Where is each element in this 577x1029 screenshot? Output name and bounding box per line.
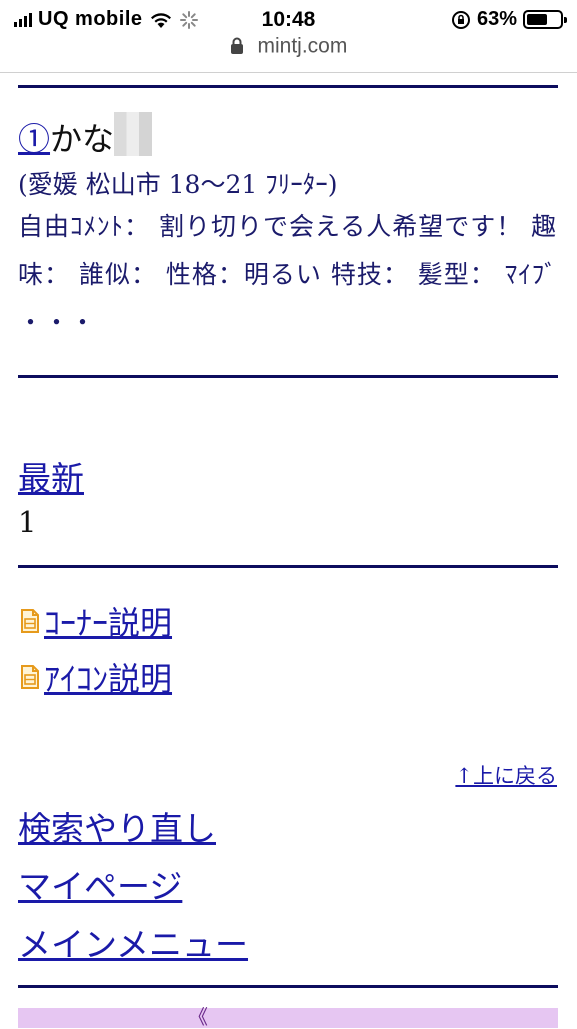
back-to-top-link[interactable]: ↑上に戻る [455,760,557,790]
footer-banner: 《 [18,1005,558,1029]
profile-entry: ①かな (愛媛 松山市 18〜21 ﾌﾘｰﾀｰ) 自由ｺﾒﾝﾄ： 割り切りで会え… [18,112,558,347]
orientation-lock-icon [451,10,470,29]
lock-icon [230,37,243,55]
profile-name-line: ①かな [18,112,558,163]
icon-explanation-link[interactable]: ｱｲｺﾝ説明 [44,654,172,700]
main-menu-link[interactable]: メインメニュー [18,918,248,966]
battery-percent: 63% [476,8,517,30]
profile-location: (愛媛 松山市 18〜21 ﾌﾘｰﾀｰ) [18,170,338,199]
profile-comment: 自由ｺﾒﾝﾄ： 割り切りで会える人希望です！ 趣味： 誰似： 性格：明るい 特技… [18,212,558,337]
browser-chrome-divider [0,72,577,73]
url-text: mintj.com [257,34,348,58]
battery-icon [523,10,567,29]
profile-name: かな [50,120,115,158]
search-again-link[interactable]: 検索やり直し [18,802,216,850]
divider [18,565,558,568]
latest-link[interactable]: 最新 [18,452,84,500]
divider [18,85,558,88]
document-icon [21,609,39,633]
divider [18,375,558,378]
corner-explanation-link[interactable]: ｺｰﾅｰ説明 [44,598,172,644]
footer-banner-text: 《 [188,1005,208,1029]
latest-count: 1 [18,505,37,539]
icon-explanation-item[interactable]: ｱｲｺﾝ説明 [20,654,172,700]
document-icon [21,665,39,689]
profile-number-link[interactable]: ① [18,120,50,158]
my-page-link[interactable]: マイページ [18,860,182,908]
status-bar: UQ mobile 10:48 63% [0,0,577,38]
address-bar[interactable]: mintj.com [0,34,577,68]
divider [18,985,558,988]
blurred-name-censor [114,112,153,156]
corner-explanation-item[interactable]: ｺｰﾅｰ説明 [20,598,172,644]
